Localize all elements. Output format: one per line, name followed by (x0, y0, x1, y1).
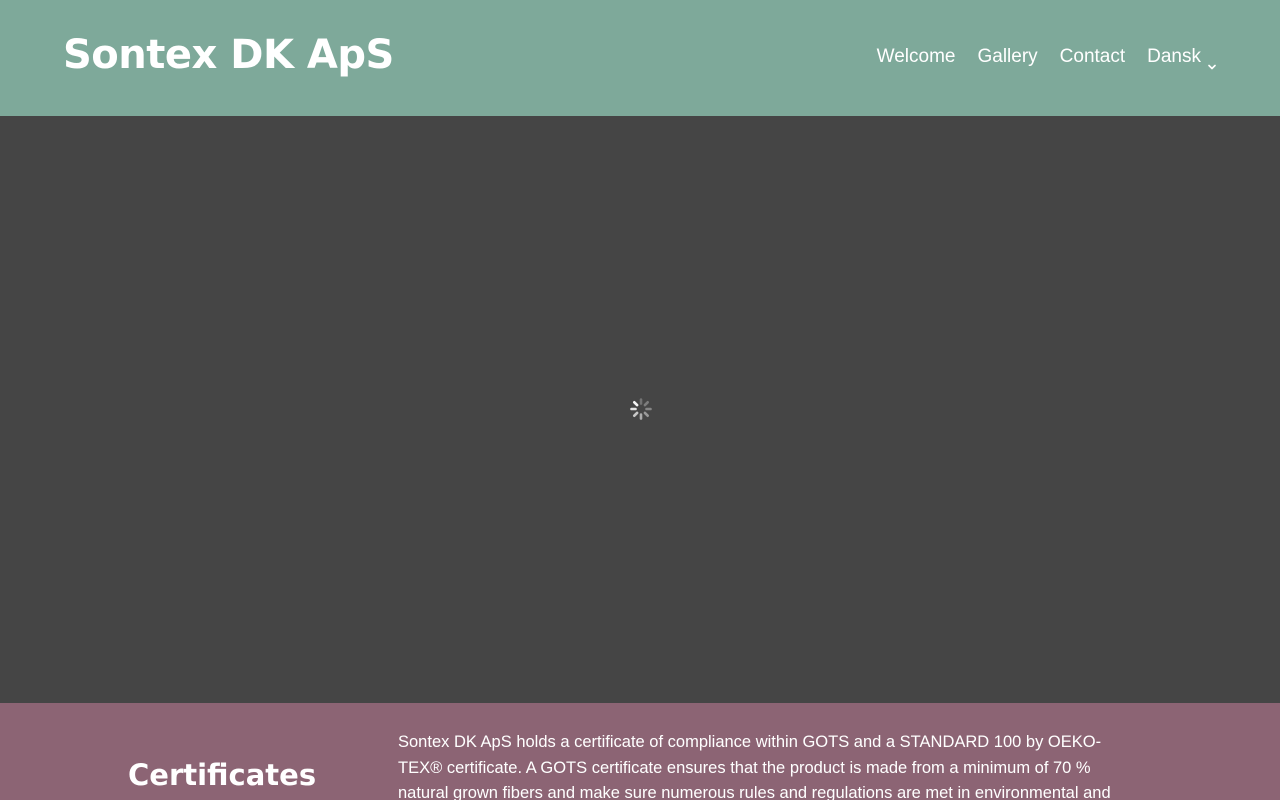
nav-item-language[interactable]: Dansk (1147, 45, 1216, 70)
nav-item-label: Welcome (876, 46, 956, 67)
site-header: Sontex DK ApS Welcome Gallery Contact Da… (0, 0, 1280, 116)
chevron-down-icon (1208, 54, 1216, 70)
nav-item-gallery[interactable]: Gallery (977, 45, 1037, 69)
loading-spinner-icon (629, 397, 653, 421)
certificates-title: Certificates (128, 758, 317, 792)
certificates-text: Sontex DK ApS holds a certificate of com… (398, 733, 1111, 800)
main-nav: Welcome Gallery Contact Dansk (877, 45, 1216, 70)
site-logo[interactable]: Sontex DK ApS (63, 30, 394, 80)
nav-item-label: Gallery (977, 46, 1038, 67)
nav-item-label: Contact (1059, 46, 1126, 67)
certificates-section: Certificates Sontex DK ApS holds a certi… (0, 703, 1280, 800)
nav-item-welcome[interactable]: Welcome (877, 45, 956, 69)
nav-item-label: Dansk (1147, 46, 1201, 67)
nav-item-contact[interactable]: Contact (1060, 45, 1125, 69)
hero-slider (0, 116, 1280, 703)
